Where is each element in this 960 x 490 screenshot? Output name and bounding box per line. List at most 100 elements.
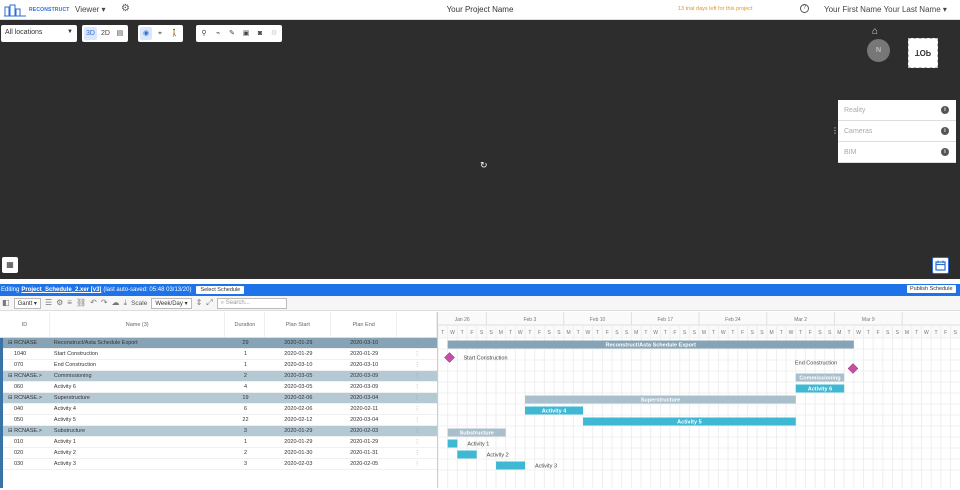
- milestone-label: End Construction: [795, 361, 837, 367]
- expand-icon[interactable]: ⇕: [196, 298, 203, 308]
- drag-handle-icon[interactable]: ⋮: [831, 126, 839, 135]
- gear-icon[interactable]: ⚙: [56, 298, 63, 308]
- header-duration[interactable]: Duration: [225, 312, 266, 337]
- crosshair-icon[interactable]: ⌖: [154, 27, 166, 40]
- camera-icon[interactable]: ◙: [254, 27, 266, 40]
- view-cube[interactable]: TOP: [908, 38, 938, 68]
- header-name[interactable]: Name (3): [50, 312, 226, 337]
- cell-plan-end-text: 2020-03-10: [350, 340, 379, 346]
- row-menu-icon[interactable]: ⋮: [397, 351, 437, 357]
- markup-pen-icon[interactable]: ✎: [226, 27, 238, 40]
- redo-icon[interactable]: ↷: [101, 298, 108, 308]
- gantt-bar[interactable]: [457, 450, 477, 459]
- layer-reality[interactable]: Reality i: [838, 100, 956, 121]
- calendar-button[interactable]: [932, 257, 949, 274]
- info-icon[interactable]: i: [941, 148, 949, 156]
- gantt-bar[interactable]: [496, 461, 526, 470]
- location-pin-icon[interactable]: ⚲: [198, 27, 210, 40]
- row-menu-icon[interactable]: ⋮: [397, 340, 437, 346]
- header-plan-start[interactable]: Plan Start: [265, 312, 332, 337]
- help-icon[interactable]: ?: [800, 4, 809, 13]
- scale-select[interactable]: Week/Day ▾: [151, 297, 192, 309]
- table-row[interactable]: 060 Activity 6 4 2020-03-05 2020-03-09 ⋮: [0, 382, 437, 393]
- row-menu-icon[interactable]: ⋮: [397, 439, 437, 445]
- publish-schedule-button[interactable]: Publish Schedule: [907, 285, 956, 293]
- table-row[interactable]: ⊟ RCNASE.> Commissioning 2 2020-03-05 2020-0…: [0, 371, 437, 382]
- row-menu-icon[interactable]: ⋮: [397, 395, 437, 401]
- gantt-bar-label: Commissioning: [799, 376, 840, 382]
- viewer-menu[interactable]: Viewer ▾: [75, 5, 106, 14]
- table-row[interactable]: 040 Activity 4 6 2020-02-06 2020-02-11 ⋮: [0, 404, 437, 415]
- table-row[interactable]: 1040 Start Construction 1 2020-01-29 2020-01…: [0, 349, 437, 360]
- map-icon[interactable]: ▦: [2, 257, 18, 273]
- row-menu-icon[interactable]: ⋮: [397, 450, 437, 456]
- sidebar-toggle-icon[interactable]: ◧: [2, 298, 10, 308]
- search-input[interactable]: ⌕ Search...: [216, 297, 287, 309]
- upload-icon[interactable]: ☁: [112, 298, 120, 308]
- row-menu-icon[interactable]: ⋮: [397, 428, 437, 434]
- cell-name-text: Activity 6: [53, 384, 76, 390]
- milestone-diamond[interactable]: [444, 352, 455, 363]
- table-row[interactable]: 030 Activity 3 3 2020-02-03 2020-02-05 ⋮: [0, 459, 437, 470]
- edit-bar: Editing Project_Schedule_2.xer [v3] (las…: [0, 284, 960, 296]
- filter-icon[interactable]: ≡: [67, 298, 72, 308]
- user-menu[interactable]: Your First Name Your Last Name ▾: [824, 5, 947, 14]
- 3d-viewer[interactable]: All locations ▼ 3D 2D ▤ ◉ ⌖ 🚶 ⚲ ⌁ ✎ ▣ ◙ …: [0, 20, 960, 279]
- view-select[interactable]: Gantt ▾: [13, 297, 41, 309]
- compass-icon[interactable]: N: [867, 39, 890, 62]
- home-icon[interactable]: ⌂: [872, 27, 884, 37]
- download-icon[interactable]: ⤓: [124, 298, 128, 308]
- table-row[interactable]: ⊟ RCNASE.> Superstructure 19 2020-02-06 2020…: [0, 393, 437, 404]
- row-menu-icon[interactable]: ⋮: [397, 461, 437, 467]
- table-row[interactable]: 050 Activity 5 22 2020-02-12 2020-03-04 ⋮: [0, 415, 437, 426]
- day-letter: T: [731, 330, 734, 336]
- day-letter: F: [944, 330, 947, 336]
- table-row[interactable]: 010 Activity 1 1 2020-01-29 2020-01-29 ⋮: [0, 437, 437, 448]
- table-row[interactable]: ⊟ RCNASE Reconstruct/Asta Schedule Export…: [0, 338, 437, 349]
- cell-plan-start: 2020-01-30: [265, 450, 331, 456]
- layer-label: Cameras: [844, 128, 873, 135]
- image-icon[interactable]: ▣: [240, 27, 252, 40]
- info-icon[interactable]: i: [941, 106, 949, 114]
- cell-plan-end: 2020-03-10: [331, 340, 397, 346]
- week-label: Mar 2: [794, 317, 807, 323]
- table-row[interactable]: 070 End Construction 1 2020-03-10 2020-03-10…: [0, 360, 437, 371]
- row-menu-icon[interactable]: ⋮: [397, 406, 437, 412]
- header-id[interactable]: ID: [0, 312, 50, 337]
- measure-icon[interactable]: ⌁: [212, 27, 224, 40]
- walk-icon[interactable]: 🚶: [168, 27, 181, 40]
- info-icon[interactable]: i: [941, 127, 949, 135]
- gantt-chart[interactable]: TWTFSSMTWTFSSMTWTFSSMTWTFSSMTWTFSSMTWTFS…: [438, 312, 960, 488]
- table-row[interactable]: 020 Activity 2 2 2020-01-30 2020-01-31 ⋮: [0, 448, 437, 459]
- mode-3d-button[interactable]: 3D: [84, 27, 97, 40]
- layer-bim[interactable]: BIM i: [838, 142, 956, 163]
- settings-icon[interactable]: ⚙: [268, 27, 280, 40]
- day-letter: T: [441, 330, 444, 336]
- header-plan-end[interactable]: Plan End: [331, 312, 398, 337]
- orbit-icon[interactable]: ◉: [140, 27, 152, 40]
- row-menu-icon[interactable]: ⋮: [397, 373, 437, 379]
- table-row[interactable]: ⊟ RCNASE.> Substructure 3 2020-01-29 2020-02…: [0, 426, 437, 437]
- cell-plan-end-text: 2020-01-31: [350, 450, 379, 456]
- row-menu-icon[interactable]: ⋮: [397, 384, 437, 390]
- location-select[interactable]: All locations ▼: [1, 25, 77, 42]
- collapse-icon[interactable]: ⤢: [206, 298, 212, 308]
- settings-gear-icon[interactable]: ⚙: [121, 4, 131, 14]
- milestone-diamond[interactable]: [847, 363, 859, 374]
- split-view-icon[interactable]: ▤: [114, 27, 126, 40]
- cell-name-text: Activity 4: [53, 406, 76, 412]
- logo[interactable]: RECONSTRUCT: [4, 3, 70, 17]
- undo-icon[interactable]: ↶: [90, 298, 97, 308]
- day-letter: W: [450, 330, 455, 336]
- row-menu-icon[interactable]: ⋮: [397, 362, 437, 368]
- link-icon[interactable]: ⛓: [76, 298, 86, 308]
- trial-notice[interactable]: 13 trial days left for this project: [678, 6, 753, 12]
- cell-plan-start-text: 2020-03-05: [284, 373, 313, 379]
- list-icon[interactable]: ☰: [45, 298, 52, 308]
- gantt-timeline[interactable]: TWTFSSMTWTFSSMTWTFSSMTWTFSSMTWTFSSMTWTFS…: [438, 312, 960, 488]
- row-menu-icon[interactable]: ⋮: [397, 417, 437, 423]
- gantt-bar[interactable]: [447, 439, 458, 448]
- layer-cameras[interactable]: ⋮ Cameras i: [831, 121, 956, 142]
- select-schedule-button[interactable]: Select Schedule: [196, 286, 245, 294]
- mode-2d-button[interactable]: 2D: [99, 27, 112, 40]
